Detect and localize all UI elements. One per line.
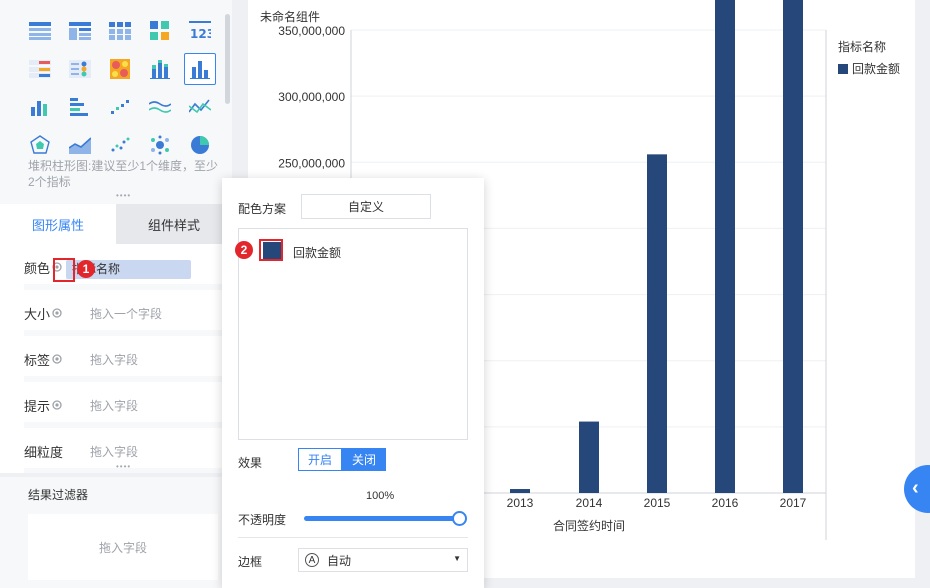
step-badge-1: 1 xyxy=(77,260,95,278)
heatmap-icon[interactable] xyxy=(100,53,140,85)
label-property-label: 标签 xyxy=(24,352,51,368)
gear-icon[interactable] xyxy=(51,353,63,365)
bar xyxy=(579,421,599,493)
kpi-grid-icon[interactable] xyxy=(140,15,180,47)
size-drop-zone[interactable]: 拖入一个字段 xyxy=(90,305,162,322)
stacked-column-chart-icon[interactable] xyxy=(184,53,216,85)
legend-item[interactable]: 回款金额 xyxy=(838,60,900,77)
y-tick-label: 250,000,000 xyxy=(278,156,345,170)
color-scheme-select[interactable]: 自定义 xyxy=(301,194,431,219)
chart-type-hint: 堆积柱形图:建议至少1个维度，至少2个指标 xyxy=(28,159,219,189)
stacked-column-alt-icon[interactable] xyxy=(140,53,180,85)
effect-toggle: 开启 关闭 xyxy=(298,448,386,471)
result-filter-title: 结果过滤器 xyxy=(28,488,89,502)
number-card-icon[interactable]: 123 xyxy=(180,15,220,47)
bar xyxy=(647,154,667,493)
x-tick-label: 2017 xyxy=(780,496,807,510)
size-property-label: 大小 xyxy=(24,306,51,322)
result-filter-drop-zone[interactable]: 拖入字段 xyxy=(28,514,218,580)
legend-title: 指标名称 xyxy=(838,40,887,54)
highlight-box-gear xyxy=(53,258,75,282)
border-label: 边框 xyxy=(238,555,263,569)
divider xyxy=(238,537,468,538)
label-property-row: 标签 拖入字段 xyxy=(24,342,222,382)
chart-grid-scrollbar[interactable] xyxy=(225,14,230,104)
tab-component-style[interactable]: 组件样式 xyxy=(116,204,232,244)
color-settings-popover: 配色方案 自定义 回款金额 2 效果 开启 关闭 100% 不透明度 边框 A … xyxy=(222,178,484,588)
opacity-label: 不透明度 xyxy=(238,513,287,527)
x-axis-title: 合同签约时间 xyxy=(553,518,625,533)
svg-text:123: 123 xyxy=(190,27,211,41)
tooltip-property-label: 提示 xyxy=(24,398,51,414)
effect-label: 效果 xyxy=(238,456,263,470)
opacity-value: 100% xyxy=(366,490,395,502)
bar xyxy=(510,489,530,493)
colored-table-icon[interactable] xyxy=(20,53,60,85)
pie-chart-icon[interactable] xyxy=(180,129,220,161)
gear-icon[interactable] xyxy=(51,307,63,319)
effect-on-button[interactable]: 开启 xyxy=(298,448,342,471)
column-chart-icon[interactable] xyxy=(20,91,60,123)
scatter-chart-icon[interactable] xyxy=(100,129,140,161)
opacity-slider-track[interactable] xyxy=(304,516,460,521)
radar-chart-icon[interactable] xyxy=(20,129,60,161)
granularity-drop-zone[interactable]: 拖入字段 xyxy=(90,443,138,460)
legend-item-label: 回款金额 xyxy=(852,62,901,76)
multi-line-chart-icon[interactable] xyxy=(140,91,180,123)
border-select-value: 自动 xyxy=(327,553,352,568)
bubble-chart-icon[interactable] xyxy=(140,129,180,161)
left-panel: 123 堆积柱形图:建议至少1个维度，至少2个指标 •••• 图形属性 组件样式… xyxy=(0,0,232,588)
tab-chart-properties[interactable]: 图形属性 xyxy=(0,204,116,244)
label-drop-zone[interactable]: 拖入字段 xyxy=(90,351,138,368)
x-tick-label: 2013 xyxy=(507,496,534,510)
highlight-box-swatch xyxy=(259,239,283,261)
y-tick-label: 300,000,000 xyxy=(278,90,345,104)
tooltip-drop-zone[interactable]: 拖入字段 xyxy=(90,397,138,414)
step-badge-2: 2 xyxy=(235,241,253,259)
panel-resize-handle[interactable]: •••• xyxy=(116,192,131,200)
border-select[interactable]: A 自动 ▼ xyxy=(298,548,468,572)
x-tick-label: 2016 xyxy=(712,496,739,510)
color-property-label: 颜色 xyxy=(24,260,51,276)
app-root: 123 堆积柱形图:建议至少1个维度，至少2个指标 •••• 图形属性 组件样式… xyxy=(0,0,930,588)
auto-icon: A xyxy=(305,553,319,567)
bar xyxy=(715,0,735,493)
x-tick-label: 2014 xyxy=(576,496,603,510)
effect-off-button[interactable]: 关闭 xyxy=(342,448,386,471)
size-property-row: 大小 拖入一个字段 xyxy=(24,296,222,336)
chart-properties-panel: 颜色 指标名称 大小 拖入一个字段 标签 拖入字段 提示 拖入字段 细粒度 拖入… xyxy=(0,244,232,474)
caret-down-icon: ▼ xyxy=(453,554,461,563)
chart-type-grid: 123 xyxy=(20,12,220,164)
dot-table-icon[interactable] xyxy=(60,53,100,85)
detail-table-icon[interactable] xyxy=(60,15,100,47)
line-chart-icon[interactable] xyxy=(180,91,220,123)
x-tick-label: 2015 xyxy=(644,496,671,510)
series-name: 回款金额 xyxy=(293,246,342,260)
property-tabs: 图形属性 组件样式 xyxy=(0,204,232,244)
bar-chart-icon[interactable] xyxy=(60,91,100,123)
legend-swatch xyxy=(838,63,848,74)
granularity-property-label: 细粒度 xyxy=(24,444,64,460)
panel-resize-handle-bottom[interactable]: •••• xyxy=(116,463,131,471)
divider xyxy=(0,473,232,477)
bar xyxy=(783,0,803,493)
tooltip-property-row: 提示 拖入字段 xyxy=(24,388,222,428)
opacity-slider-handle[interactable] xyxy=(452,511,467,526)
gear-icon[interactable] xyxy=(51,399,63,411)
scatter-step-icon[interactable] xyxy=(100,91,140,123)
area-chart-icon[interactable] xyxy=(60,129,100,161)
chevron-left-icon: ‹ xyxy=(912,477,919,499)
color-scheme-label: 配色方案 xyxy=(238,202,287,216)
table-chart-icon[interactable] xyxy=(20,15,60,47)
cross-table-icon[interactable] xyxy=(100,15,140,47)
y-tick-label: 350,000,000 xyxy=(278,24,345,38)
